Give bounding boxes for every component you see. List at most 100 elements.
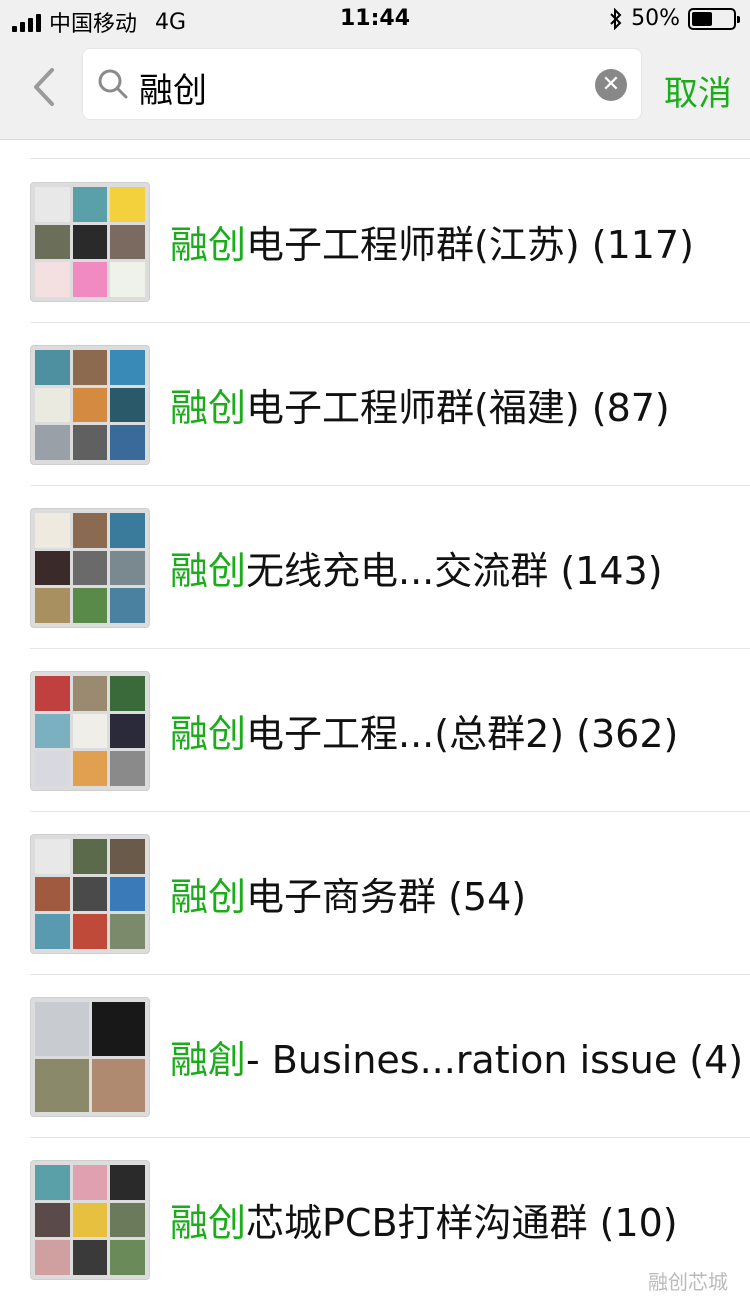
member-avatar-thumb [110,387,145,423]
member-avatar-thumb [91,1002,145,1056]
match-highlight: 融创 [170,549,247,593]
group-name: 融创芯城PCB打样沟通群 (10) [170,1192,678,1247]
member-avatar-thumb [110,876,145,912]
battery-level [692,11,712,26]
group-name-rest: 电子商务群 (54) [246,875,527,919]
member-avatar-thumb [35,224,70,260]
member-avatar-thumb [35,1202,70,1238]
member-avatar-thumb [72,187,108,222]
member-avatar-thumb [110,839,145,874]
member-avatar-thumb [72,588,108,623]
group-result-item[interactable]: 融创电子工程师群(福建) (87) [0,323,750,486]
back-chevron-icon[interactable] [24,62,64,112]
results-list: 融创电子工程师群(江苏) (117) 融创电子工程师群(福建) (87) 融创无线充… [0,140,750,1299]
match-highlight: 融创 [170,875,247,919]
group-result-item[interactable]: 融创电子商务群 (54) [0,812,750,975]
cancel-button[interactable]: 取消 [664,66,732,115]
member-avatar-thumb [110,425,145,460]
battery-percent: 50% [631,6,680,31]
member-avatar-thumb [35,876,70,912]
watermark: 融创芯城 [648,1270,728,1294]
divider [30,158,750,159]
group-avatar [30,345,150,465]
member-avatar-thumb [110,751,145,786]
member-avatar-thumb [110,713,145,749]
member-avatar-thumb [35,262,70,297]
group-name: 融創- Busines...ration issue (4) [170,1029,743,1084]
member-avatar-thumb [110,914,145,949]
group-result-item[interactable]: 融创无线充电...交流群 (143) [0,486,750,649]
member-avatar-thumb [72,839,108,874]
member-avatar-thumb [35,588,70,623]
member-avatar-thumb [72,676,108,711]
member-avatar-thumb [110,1165,145,1200]
member-avatar-thumb [72,262,108,297]
group-avatar [30,182,150,302]
group-name-rest: 电子工程...(总群2) (362) [246,712,679,756]
group-result-item[interactable]: 融創- Busines...ration issue (4) [0,975,750,1138]
group-avatar [30,834,150,954]
member-avatar-thumb [72,876,108,912]
search-icon [98,69,128,99]
group-name-rest: 无线充电...交流群 (143) [246,549,663,593]
search-field[interactable]: 融创 ✕ [82,48,642,120]
member-avatar-thumb [72,1165,108,1200]
group-name-rest: 电子工程师群(江苏) (117) [246,223,694,267]
group-name: 融创电子工程师群(江苏) (117) [170,214,694,269]
member-avatar-thumb [72,1240,108,1275]
match-highlight: 融创 [170,712,247,756]
member-avatar-thumb [35,1165,70,1200]
search-input[interactable]: 融创 [139,63,207,112]
group-name: 融创无线充电...交流群 (143) [170,540,663,595]
member-avatar-thumb [72,713,108,749]
group-result-item[interactable]: 融创芯城PCB打样沟通群 (10) [0,1138,750,1299]
member-avatar-thumb [110,224,145,260]
member-avatar-thumb [110,187,145,222]
member-avatar-thumb [110,262,145,297]
member-avatar-thumb [35,839,70,874]
member-avatar-thumb [35,425,70,460]
bluetooth-icon [610,7,622,30]
match-highlight: 融创 [170,386,247,430]
status-bar: 中国移动 4G 11:44 50% [0,0,750,40]
group-name: 融创电子商务群 (54) [170,866,526,921]
member-avatar-thumb [35,1002,89,1056]
member-avatar-thumb [35,676,70,711]
member-avatar-thumb [72,350,108,385]
group-result-item[interactable]: 融创电子工程...(总群2) (362) [0,649,750,812]
member-avatar-thumb [72,425,108,460]
group-name: 融创电子工程师群(福建) (87) [170,377,670,432]
search-header: 融创 ✕ 取消 [0,40,750,140]
member-avatar-thumb [110,676,145,711]
group-name-rest: 电子工程师群(福建) (87) [246,386,670,430]
member-avatar-thumb [72,550,108,586]
member-avatar-thumb [35,751,70,786]
status-right: 50% [609,6,740,31]
member-avatar-thumb [35,1058,89,1112]
member-avatar-thumb [35,1240,70,1275]
match-highlight: 融創 [170,1038,247,1082]
member-avatar-thumb [72,914,108,949]
battery-icon [688,7,740,30]
member-avatar-thumb [35,350,70,385]
group-avatar [30,997,150,1117]
member-avatar-thumb [110,350,145,385]
group-avatar [30,1160,150,1280]
member-avatar-thumb [35,387,70,423]
clear-icon[interactable]: ✕ [595,69,627,101]
match-highlight: 融创 [170,1201,247,1245]
member-avatar-thumb [35,713,70,749]
member-avatar-thumb [72,751,108,786]
member-avatar-thumb [110,1202,145,1238]
group-avatar [30,508,150,628]
member-avatar-thumb [110,513,145,548]
group-name-rest: 芯城PCB打样沟通群 (10) [246,1201,678,1245]
member-avatar-thumb [35,187,70,222]
group-name: 融创电子工程...(总群2) (362) [170,703,678,758]
member-avatar-thumb [110,588,145,623]
member-avatar-thumb [72,513,108,548]
member-avatar-thumb [72,224,108,260]
group-result-item[interactable]: 融创电子工程师群(江苏) (117) [0,160,750,323]
member-avatar-thumb [91,1058,145,1112]
member-avatar-thumb [35,914,70,949]
